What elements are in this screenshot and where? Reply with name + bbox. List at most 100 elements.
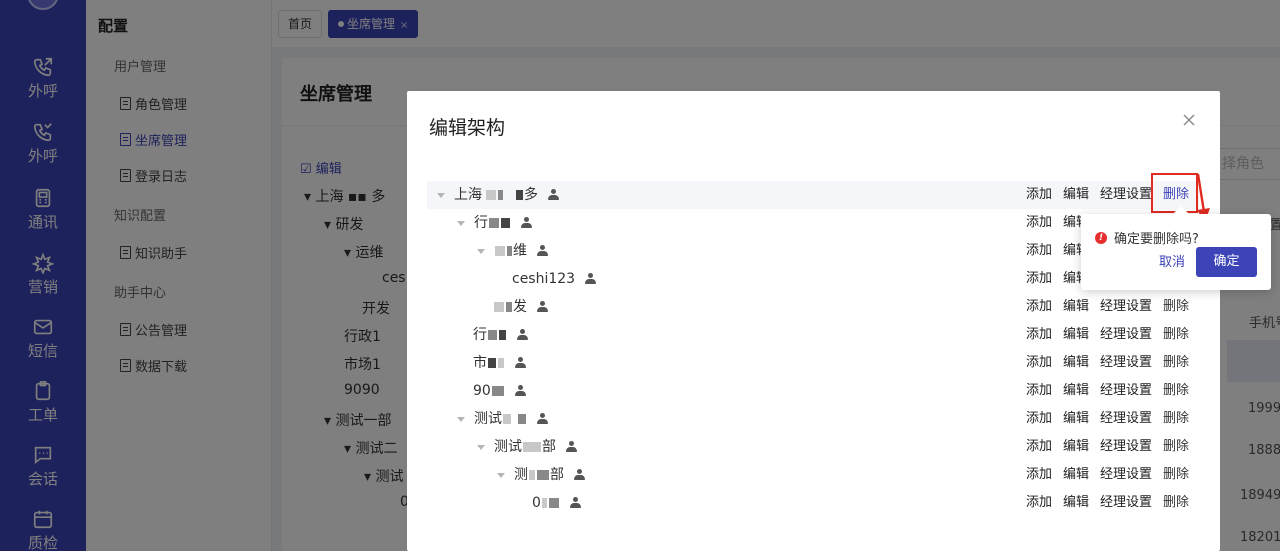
- delete-action[interactable]: 删除: [1163, 405, 1189, 433]
- tree-row[interactable]: 0 添加 编辑 经理设置 删除: [427, 489, 1199, 517]
- redaction-block: [506, 302, 512, 312]
- manager-settings-action[interactable]: 经理设置: [1100, 405, 1152, 433]
- redaction-block: [498, 190, 503, 200]
- edit-action[interactable]: 编辑: [1063, 489, 1089, 517]
- redaction-block: [498, 358, 504, 368]
- add-action[interactable]: 添加: [1026, 433, 1052, 461]
- manager-settings-action[interactable]: 经理设置: [1100, 293, 1152, 321]
- add-action[interactable]: 添加: [1026, 349, 1052, 377]
- delete-action[interactable]: 删除: [1163, 293, 1189, 321]
- manager-settings-action[interactable]: 经理设置: [1100, 433, 1152, 461]
- delete-action[interactable]: 删除: [1163, 377, 1189, 405]
- tree-node[interactable]: 测试 部: [477, 433, 577, 461]
- redaction-block: [494, 302, 504, 312]
- tree-node[interactable]: 维: [477, 237, 548, 265]
- tree-row[interactable]: 上海 多 添加 编辑 经理设置 删除: [427, 181, 1199, 209]
- edit-action[interactable]: 编辑: [1063, 349, 1089, 377]
- person-icon[interactable]: [537, 301, 548, 313]
- delete-action[interactable]: 删除: [1163, 433, 1189, 461]
- caret-down-icon[interactable]: [457, 416, 465, 422]
- tree-node[interactable]: ceshi123: [512, 265, 597, 293]
- tree-row[interactable]: 测试 添加 编辑 经理设置 删除: [427, 405, 1199, 433]
- tree-node[interactable]: 测 部: [497, 461, 585, 489]
- person-icon[interactable]: [566, 441, 577, 453]
- row-actions: 添加编辑经理设置删除: [1015, 489, 1199, 517]
- caret-down-icon[interactable]: [457, 220, 465, 226]
- redaction-block: [523, 442, 541, 452]
- row-actions: 添加编辑经理设置删除: [1015, 461, 1199, 489]
- add-action[interactable]: 添加: [1026, 209, 1052, 237]
- add-action[interactable]: 添加: [1026, 181, 1052, 209]
- tree-row[interactable]: 测试 部 添加 编辑 经理设置 删除: [427, 433, 1199, 461]
- tree-row[interactable]: 发 添加 编辑 经理设置 删除: [427, 293, 1199, 321]
- tree-row[interactable]: 测 部 添加 编辑 经理设置 删除: [427, 461, 1199, 489]
- edit-action[interactable]: 编辑: [1063, 405, 1089, 433]
- person-icon[interactable]: [537, 413, 548, 425]
- manager-settings-action[interactable]: 经理设置: [1100, 181, 1152, 209]
- manager-settings-action[interactable]: 经理设置: [1100, 321, 1152, 349]
- edit-action[interactable]: 编辑: [1063, 321, 1089, 349]
- redaction-block: [537, 470, 549, 480]
- edit-action[interactable]: 编辑: [1063, 433, 1089, 461]
- manager-settings-action[interactable]: 经理设置: [1100, 377, 1152, 405]
- edit-structure-dialog: 编辑架构 上海 多 添加编辑经理设置删除 行 添加编辑经理设置删除 维 添加编辑…: [407, 91, 1220, 551]
- row-actions: 添加编辑经理设置删除: [1015, 405, 1199, 433]
- tree-node[interactable]: 市: [473, 349, 526, 377]
- add-action[interactable]: 添加: [1026, 377, 1052, 405]
- person-icon[interactable]: [537, 245, 548, 257]
- redaction-block: [501, 218, 510, 228]
- edit-action[interactable]: 编辑: [1063, 181, 1089, 209]
- redaction-block: [507, 246, 512, 256]
- add-action[interactable]: 添加: [1026, 321, 1052, 349]
- person-icon[interactable]: [515, 357, 526, 369]
- delete-action[interactable]: 删除: [1163, 321, 1189, 349]
- tree-node[interactable]: 行: [457, 209, 532, 237]
- row-actions: 添加编辑经理设置删除: [1015, 321, 1199, 349]
- person-icon[interactable]: [574, 469, 585, 481]
- redaction-block: [529, 470, 535, 480]
- delete-confirm-popover: ! 确定要删除吗? 取消 确定: [1081, 214, 1271, 290]
- edit-action[interactable]: 编辑: [1063, 461, 1089, 489]
- delete-action[interactable]: 删除: [1163, 349, 1189, 377]
- tree-node[interactable]: 发: [493, 293, 548, 321]
- person-icon[interactable]: [521, 217, 532, 229]
- add-action[interactable]: 添加: [1026, 405, 1052, 433]
- redaction-block: [541, 498, 547, 508]
- add-action[interactable]: 添加: [1026, 293, 1052, 321]
- caret-down-icon[interactable]: [497, 472, 505, 478]
- delete-action[interactable]: 删除: [1163, 489, 1189, 517]
- person-icon[interactable]: [585, 273, 597, 285]
- delete-action[interactable]: 删除: [1163, 461, 1189, 489]
- person-icon[interactable]: [548, 189, 559, 201]
- caret-down-icon[interactable]: [437, 192, 445, 198]
- cancel-button[interactable]: 取消: [1159, 252, 1185, 274]
- tree-node[interactable]: 90: [473, 377, 526, 405]
- manager-settings-action[interactable]: 经理设置: [1100, 489, 1152, 517]
- manager-settings-action[interactable]: 经理设置: [1100, 349, 1152, 377]
- manager-settings-action[interactable]: 经理设置: [1100, 461, 1152, 489]
- tree-node[interactable]: 测试: [457, 405, 548, 433]
- edit-action[interactable]: 编辑: [1063, 377, 1089, 405]
- tree-row[interactable]: 90 添加 编辑 经理设置 删除: [427, 377, 1199, 405]
- edit-action[interactable]: 编辑: [1063, 293, 1089, 321]
- caret-down-icon[interactable]: [477, 444, 485, 450]
- add-action[interactable]: 添加: [1026, 265, 1052, 293]
- row-actions: 添加编辑经理设置删除: [1015, 377, 1199, 405]
- caret-down-icon[interactable]: [477, 248, 485, 254]
- tree-row[interactable]: 市 添加 编辑 经理设置 删除: [427, 349, 1199, 377]
- add-action[interactable]: 添加: [1026, 461, 1052, 489]
- person-icon[interactable]: [569, 497, 581, 509]
- tree-row[interactable]: 行 添加编辑经理设置删除: [427, 321, 1199, 349]
- confirm-button[interactable]: 确定: [1196, 247, 1257, 277]
- tree-node[interactable]: 0: [532, 489, 581, 517]
- row-actions: 添加编辑经理设置删除: [1015, 293, 1199, 321]
- warning-icon: !: [1095, 231, 1107, 244]
- tree-node[interactable]: 上海 多: [437, 181, 559, 209]
- add-action[interactable]: 添加: [1026, 489, 1052, 517]
- tree-node[interactable]: 行: [473, 321, 528, 349]
- add-action[interactable]: 添加: [1026, 237, 1052, 265]
- close-icon[interactable]: [1180, 111, 1198, 129]
- redaction-block: [548, 498, 559, 508]
- person-icon[interactable]: [514, 385, 526, 397]
- person-icon[interactable]: [517, 329, 528, 341]
